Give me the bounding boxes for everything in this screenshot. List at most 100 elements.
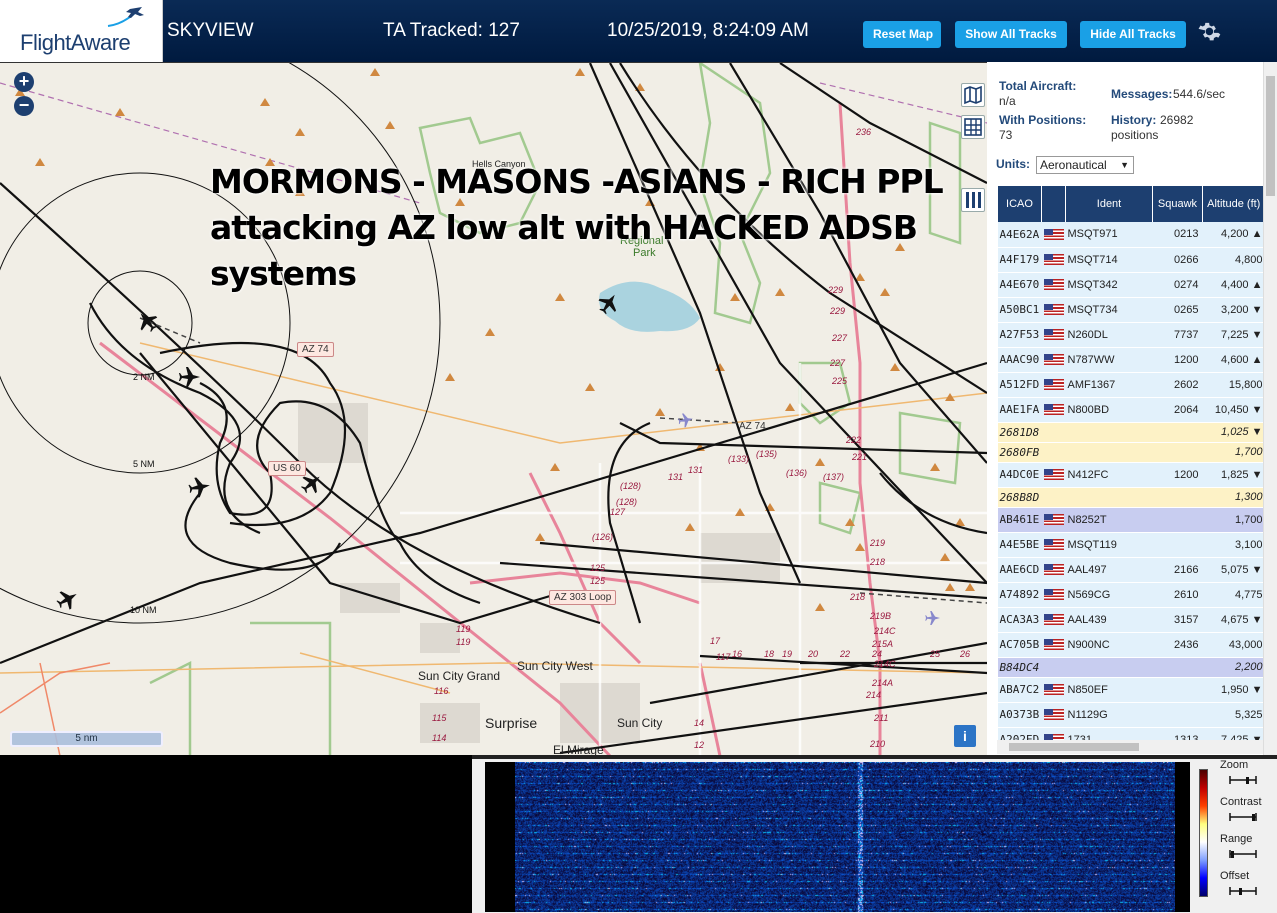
flag-cell xyxy=(1041,222,1066,248)
units-select[interactable]: Aeronautical ▼ xyxy=(1036,156,1134,174)
contrast-label: Contrast xyxy=(1220,796,1262,808)
map-layers-button[interactable] xyxy=(961,83,985,107)
table-row[interactable]: AAE1FA N800BD 2064 10,450 ▼ xyxy=(997,397,1265,423)
ident-cell: N8252T xyxy=(1065,507,1153,533)
table-row[interactable]: AAAC90 N787WW 1200 4,600 ▲ xyxy=(997,347,1265,373)
scrollbar-thumb[interactable] xyxy=(1009,743,1139,751)
ident-cell: MSQT734 xyxy=(1065,297,1153,323)
table-row[interactable]: A4E5BE MSQT119 3,100 xyxy=(997,532,1265,558)
column-header-flag[interactable] xyxy=(1041,186,1066,222)
table-row[interactable]: A0373B N1129G 5,325 xyxy=(997,702,1265,728)
ident-cell: AAL439 xyxy=(1065,607,1153,633)
column-toggle-button[interactable] xyxy=(961,188,985,212)
highway-number-label: 214 xyxy=(866,690,882,700)
table-row[interactable]: A4E670 MSQT342 0274 4,400 ▲ xyxy=(997,272,1265,298)
hide-all-tracks-button[interactable]: Hide All Tracks xyxy=(1080,21,1186,48)
altitude-cell: 1,700 xyxy=(1202,507,1265,533)
waterfall-display[interactable] xyxy=(515,762,1175,912)
table-row[interactable]: AB461E N8252T 1,700 xyxy=(997,507,1265,533)
sidebar-vertical-scrollbar[interactable] xyxy=(1263,62,1277,755)
icao-cell: A74892 xyxy=(997,582,1042,608)
gear-icon[interactable] xyxy=(1197,20,1221,44)
us-flag-icon xyxy=(1043,228,1064,240)
icao-cell: A4E62A xyxy=(997,222,1042,248)
table-row[interactable]: A4F179 MSQT714 0266 4,800 xyxy=(997,247,1265,273)
column-header-ident[interactable]: Ident xyxy=(1065,186,1153,222)
table-horizontal-scrollbar[interactable] xyxy=(997,740,1263,754)
offset-slider[interactable] xyxy=(1228,885,1258,897)
table-row[interactable]: AAE6CD AAL497 2166 5,075 ▼ xyxy=(997,557,1265,583)
flag-cell xyxy=(1041,702,1066,728)
highway-number-label: (136) xyxy=(786,468,808,478)
icao-cell: 268B8D xyxy=(997,487,1042,508)
table-row[interactable]: A27F53 N260DL 7737 7,225 ▼ xyxy=(997,322,1265,348)
chevron-down-icon: ▼ xyxy=(1120,160,1129,170)
ident-cell: MSQT342 xyxy=(1065,272,1153,298)
table-row[interactable]: A4DC0E N412FC 1200 1,825 ▼ xyxy=(997,462,1265,488)
us-flag-icon xyxy=(1043,354,1064,366)
column-header-squawk[interactable]: Squawk xyxy=(1152,186,1203,222)
highway-number-label: 218 xyxy=(870,557,886,567)
zoom-in-button[interactable]: + xyxy=(14,72,34,92)
table-row[interactable]: ABA7C2 N850EF 1,950 ▼ xyxy=(997,677,1265,703)
highway-number-label: 219 xyxy=(870,538,886,548)
squawk-cell xyxy=(1152,422,1203,443)
ident-cell: N260DL xyxy=(1065,322,1153,348)
zoom-out-button[interactable]: − xyxy=(14,96,34,116)
table-row[interactable]: 2680FB 1,700 xyxy=(997,442,1265,463)
aircraft-table-body: A4E62A MSQT971 0213 4,200 ▲ A4F179 MSQT714 026… xyxy=(997,222,1265,753)
table-row[interactable]: AC705B N900NC 2436 43,000 xyxy=(997,632,1265,658)
ident-cell: N800BD xyxy=(1065,397,1153,423)
overlay-line: MORMONS - MASONS -ASIANS - RICH PPL xyxy=(210,162,944,201)
flag-cell xyxy=(1041,507,1066,533)
table-row[interactable]: A74892 N569CG 2610 4,775 xyxy=(997,582,1265,608)
icao-cell: AAE6CD xyxy=(997,557,1042,583)
reset-map-button[interactable]: Reset Map xyxy=(863,21,941,48)
table-row[interactable]: 2681D8 1,025 ▼ xyxy=(997,422,1265,443)
squawk-cell: 1200 xyxy=(1152,347,1203,373)
overlay-annotation: MORMONS - MASONS -ASIANS - RICH PPL atta… xyxy=(210,159,944,297)
flag-cell xyxy=(1041,422,1066,443)
icao-cell: AC705B xyxy=(997,632,1042,658)
column-header-altitude[interactable]: Altitude (ft) xyxy=(1202,186,1265,222)
table-row[interactable]: 268B8D 1,300 xyxy=(997,487,1265,508)
flag-cell xyxy=(1041,677,1066,703)
icao-cell: 2681D8 xyxy=(997,422,1042,443)
column-header-icao[interactable]: ICAO xyxy=(997,186,1042,222)
zoom-label: Zoom xyxy=(1220,759,1249,771)
contrast-slider[interactable] xyxy=(1228,811,1258,823)
table-row[interactable]: A512FD AMF1367 2602 15,800 xyxy=(997,372,1265,398)
flag-cell xyxy=(1041,397,1066,423)
table-row[interactable]: B84DC4 2,200 xyxy=(997,657,1265,678)
highway-number-label: 131 xyxy=(688,465,704,475)
info-button[interactable]: i xyxy=(954,725,976,747)
columns-icon xyxy=(966,192,981,208)
range-slider[interactable] xyxy=(1228,848,1258,860)
grid-icon xyxy=(964,118,982,136)
flightaware-logo[interactable]: FlightAware xyxy=(0,0,163,62)
show-all-tracks-button[interactable]: Show All Tracks xyxy=(955,21,1067,48)
table-row[interactable]: ACA3A3 AAL439 3157 4,675 ▼ xyxy=(997,607,1265,633)
squawk-cell: 0213 xyxy=(1152,222,1203,248)
map-view[interactable]: AZ 74 US 60 AZ 303 Loop AZ 74 2 NM 5 NM … xyxy=(0,62,987,755)
altitude-cell: 4,675 ▼ xyxy=(1202,607,1265,633)
grid-toggle-button[interactable] xyxy=(961,115,985,139)
total-aircraft-value: n/a xyxy=(999,94,1016,108)
us-flag-icon xyxy=(1043,404,1064,416)
highway-number-label: 22 xyxy=(840,649,851,659)
altitude-cell: 4,800 xyxy=(1202,247,1265,273)
scrollbar-thumb[interactable] xyxy=(1266,76,1275,196)
highway-number-label: 225 xyxy=(832,376,848,386)
highway-number-label: (133) xyxy=(728,454,750,464)
table-row[interactable]: A4E62A MSQT971 0213 4,200 ▲ xyxy=(997,222,1265,248)
squawk-cell: 2436 xyxy=(1152,632,1203,658)
table-row[interactable]: A50BC1 MSQT734 0265 3,200 ▼ xyxy=(997,297,1265,323)
highway-number-label: (128) xyxy=(616,497,638,507)
place-label: El Mirage xyxy=(553,743,604,755)
range-ring-label: 2 NM xyxy=(133,372,155,382)
highway-number-label: 116 xyxy=(434,686,449,696)
zoom-slider[interactable] xyxy=(1228,774,1258,786)
us-flag-icon xyxy=(1043,304,1064,316)
icao-cell: B84DC4 xyxy=(997,657,1042,678)
squawk-cell: 2064 xyxy=(1152,397,1203,423)
